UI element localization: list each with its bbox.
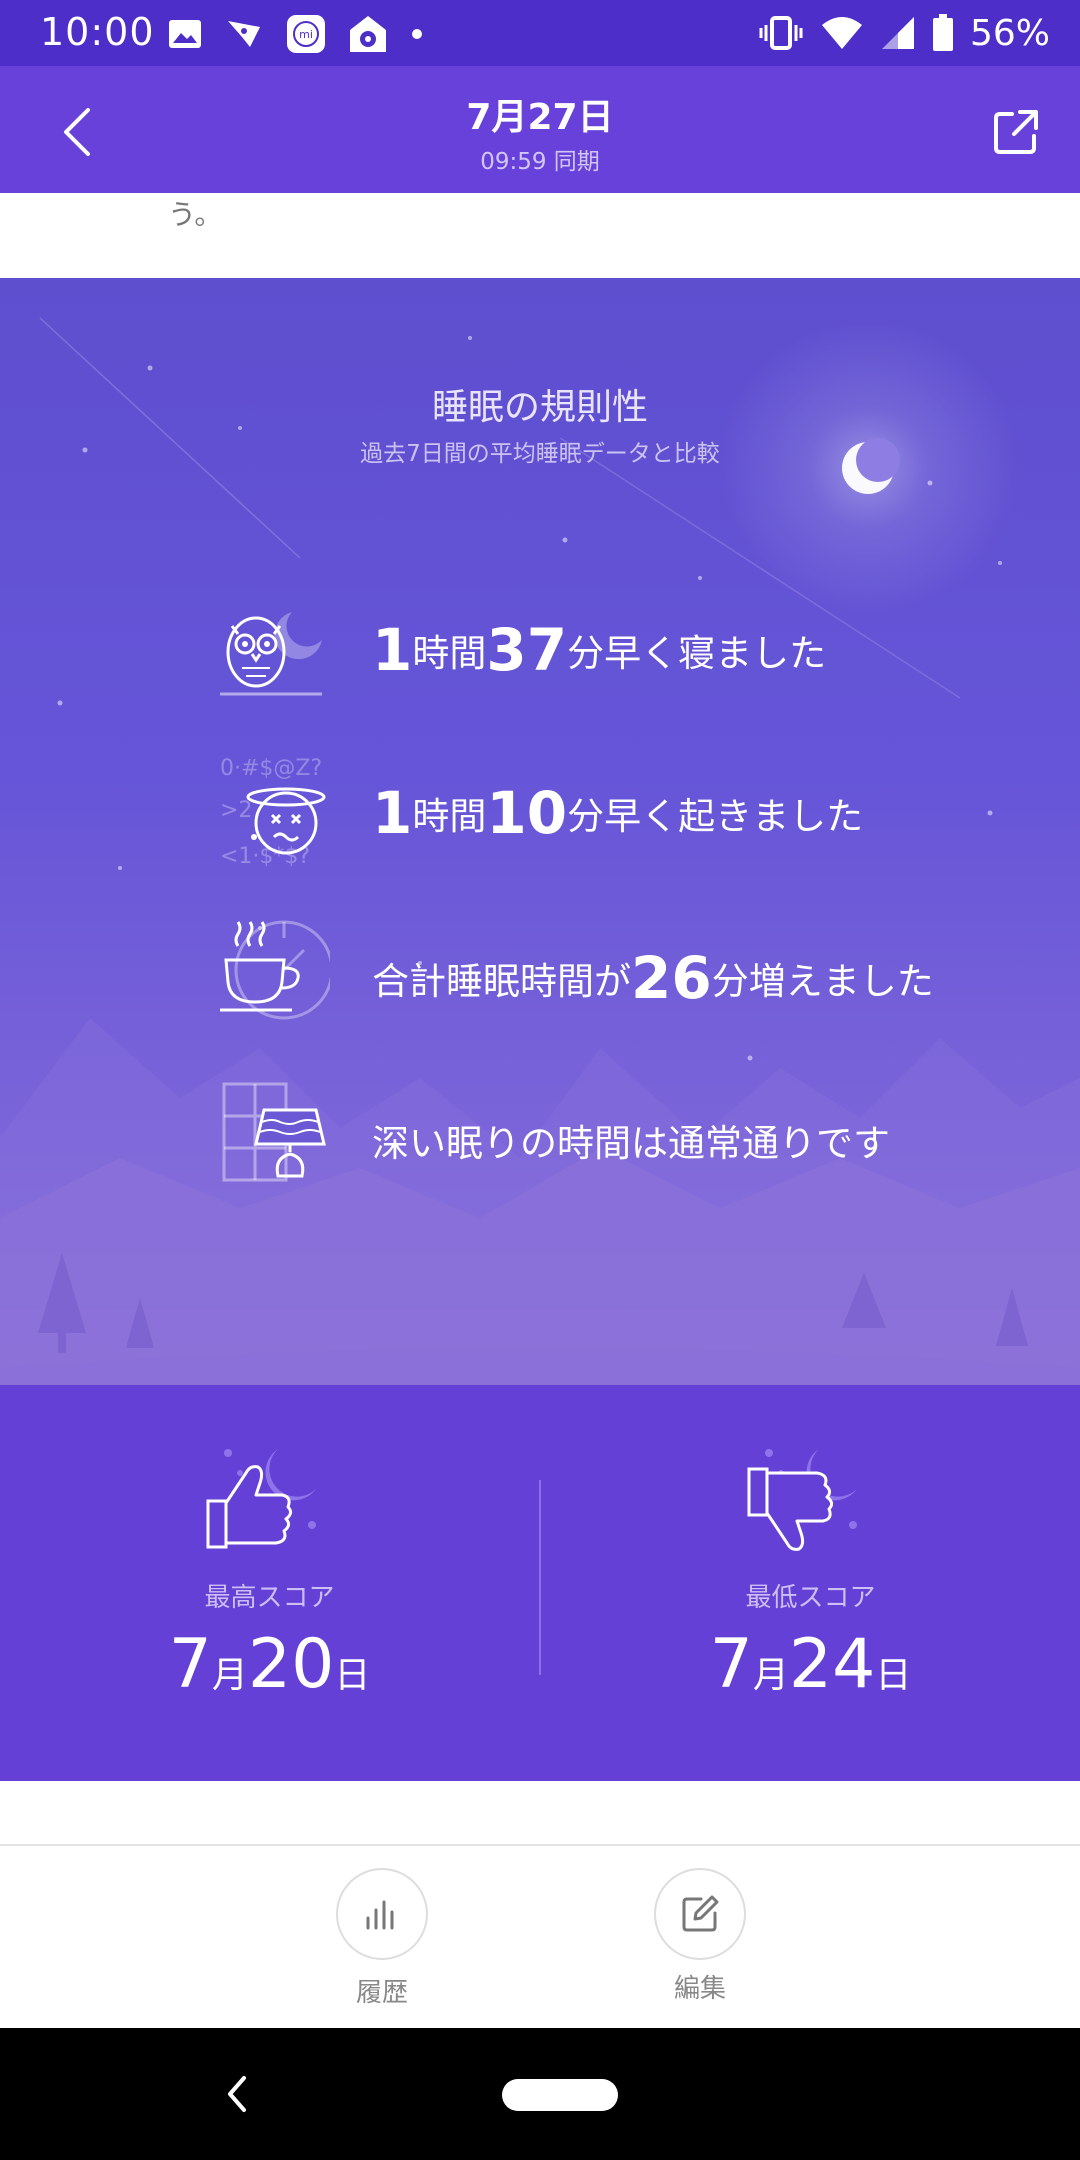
best-score-label: 最高スコア (204, 1583, 335, 1613)
best-score-date: 7月20日 (168, 1625, 371, 1704)
bedtime-row: 1 時間 37 分早く寝ました (220, 590, 1020, 710)
edit-button-circle[interactable] (654, 1868, 746, 1960)
notification-icons: mi (168, 14, 424, 54)
dizzy-face-icon: 0·#$@Z? <1·$*$? >2 (220, 756, 326, 869)
history-button-circle[interactable] (336, 1868, 428, 1960)
total-sleep-text: 合計睡眠時間が 26 分増えました (372, 944, 934, 1012)
sleep-regularity-section: 睡眠の規則性 過去7日間の平均睡眠データと比較 1 時間 37 分早く寝ました 0·#… (0, 278, 1080, 1385)
thumbs-up-moon-icon (206, 1449, 316, 1549)
status-time: 10:00 (40, 10, 155, 54)
nav-home-pill[interactable] (502, 2079, 618, 2111)
dot-icon (412, 29, 422, 39)
lamp-window-icon (222, 1082, 326, 1182)
cut-off-text: う。 (168, 198, 223, 231)
battery-icon (932, 14, 953, 51)
share-icon[interactable] (992, 108, 1040, 156)
svg-text:mi: mi (299, 28, 313, 41)
battery-percent: 56% (969, 12, 1050, 54)
coffee-clock-icon (220, 920, 330, 1020)
mi-fit-icon: mi (287, 15, 325, 53)
app-notification-icon (228, 21, 260, 47)
signal-icon (881, 17, 914, 49)
regularity-title: 睡眠の規則性 (431, 387, 648, 428)
svg-text:>2: >2 (220, 798, 252, 823)
best-score: 最高スコア 7月20日 (0, 1385, 539, 1781)
vibrate-icon (759, 16, 803, 50)
image-icon (169, 20, 201, 48)
worst-score-label: 最低スコア (745, 1583, 876, 1613)
total-sleep-row: 合計睡眠時間が 26 分増えました (220, 918, 1020, 1038)
bar-chart-icon (366, 1900, 394, 1930)
nav-back-icon[interactable] (222, 2072, 252, 2116)
app-header: 7月27日 09:59 同期 (0, 66, 1080, 193)
sync-time: 09:59 同期 (480, 149, 600, 175)
bedtime-text: 1 時間 37 分早く寝ました (372, 616, 827, 684)
bottom-action-bar: 履歴 編集 (0, 1846, 1080, 2028)
thumbs-down-moon-icon (747, 1449, 857, 1551)
worst-score: 最低スコア 7月24日 (541, 1385, 1080, 1781)
history-label: 履歴 (355, 1978, 408, 2008)
page-title: 7月27日 (466, 97, 614, 138)
svg-text:<1·$*$?: <1·$*$? (220, 844, 310, 869)
previous-section-strip: う。 (0, 193, 1080, 278)
history-button[interactable]: 履歴 (292, 1868, 472, 2018)
deep-sleep-text: 深い眠りの時間は通常通りです (372, 1122, 890, 1165)
system-icons: 56% (758, 12, 1050, 54)
soccer-icon (350, 16, 386, 52)
wake-time-row: 0·#$@Z? <1·$*$? >2 1 時間 10 分早く起きました (220, 753, 1020, 873)
wake-time-text: 1 時間 10 分早く起きました (372, 779, 864, 847)
score-summary: 最高スコア 7月20日 最低スコア 7月24日 (0, 1385, 1080, 1781)
system-navigation-bar (0, 2028, 1080, 2160)
worst-score-date: 7月24日 (709, 1625, 912, 1704)
status-bar: 10:00 mi 56% (0, 0, 1080, 66)
edit-button[interactable]: 編集 (610, 1868, 790, 2018)
regularity-subtitle: 過去7日間の平均睡眠データと比較 (360, 441, 720, 467)
owl-icon (220, 612, 322, 696)
edit-label: 編集 (673, 1974, 726, 2004)
deep-sleep-row: 深い眠りの時間は通常通りです (220, 1080, 1020, 1200)
svg-text:0·#$@Z?: 0·#$@Z? (220, 756, 322, 781)
edit-icon (682, 1895, 719, 1932)
spacer-strip (0, 1781, 1080, 1846)
wifi-icon (821, 17, 862, 49)
